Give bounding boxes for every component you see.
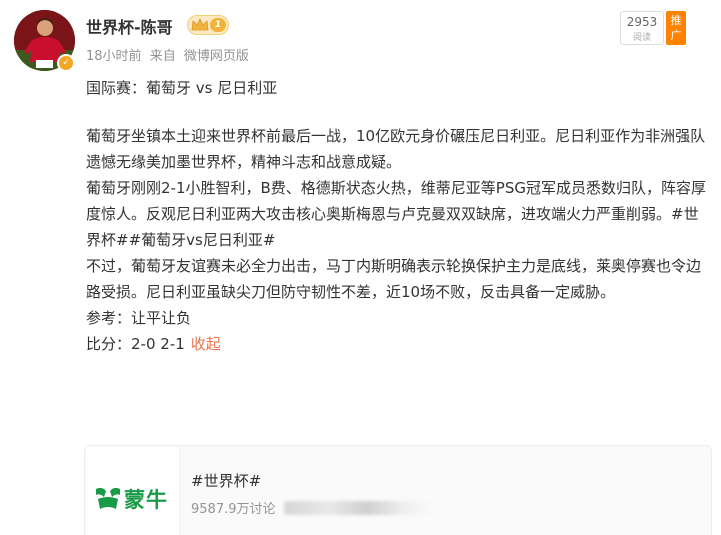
crown-icon (191, 18, 209, 31)
source-prefix: 来自 (149, 49, 176, 64)
card-subtitle: 9587.9万讨论 (191, 502, 276, 517)
hashtag-match[interactable]: #葡萄牙vs尼日利亚# (129, 231, 276, 249)
view-count-label: 阅读 (632, 33, 651, 43)
score-text: 比分：2-0 2-1 (86, 335, 185, 353)
brand-name: 蒙牛 (124, 488, 168, 512)
paragraph-2-text: 葡萄牙刚刚2-1小胜智利，B费、格德斯状态火热，维蒂尼亚等PSG冠军成员悉数归队… (86, 179, 706, 223)
view-count: 2953 (626, 15, 658, 29)
username[interactable]: 世界杯-陈哥 (86, 14, 173, 38)
score-line: 比分：2-0 2-1 收起 (86, 331, 706, 357)
verified-badge-icon: ✓ (57, 54, 75, 72)
reference-line: 参考：让平让负 (86, 309, 192, 327)
paragraph-2: 葡萄牙刚刚2-1小胜智利，B费、格德斯状态火热，维蒂尼亚等PSG冠军成员悉数归队… (86, 175, 706, 253)
mengniu-logo-icon (96, 487, 120, 509)
brand-logo: 蒙牛 (86, 447, 180, 535)
paragraph-3: 不过，葡萄牙友谊赛未必全力出击，马丁内斯明确表示轮换保护主力是底线，莱奥停赛也令… (86, 257, 702, 301)
post-meta: 18小时前 来自 微博网页版 (86, 45, 253, 64)
user-level-badge[interactable]: 1 (187, 15, 229, 35)
promote-button[interactable]: 推广 (666, 11, 686, 45)
level-number: 1 (210, 18, 226, 32)
view-count-box: 2953 阅读 (620, 11, 664, 45)
blurred-text (284, 501, 434, 515)
topic-card[interactable]: 蒙牛 #世界杯# 9587.9万讨论 (84, 445, 712, 535)
post-source: 微博网页版 (183, 49, 249, 64)
post-content: 国际赛：葡萄牙 vs 尼日利亚 葡萄牙坐镇本土迎来世界杯前最后一战，10亿欧元身… (86, 75, 706, 357)
paragraph-1: 葡萄牙坐镇本土迎来世界杯前最后一战，10亿欧元身价碾压尼日利亚。尼日利亚作为非洲… (86, 127, 706, 171)
collapse-link[interactable]: 收起 (191, 335, 221, 353)
post-title: 国际赛：葡萄牙 vs 尼日利亚 (86, 79, 278, 97)
post-time[interactable]: 18小时前 (86, 49, 142, 64)
card-title[interactable]: #世界杯# (191, 470, 261, 491)
